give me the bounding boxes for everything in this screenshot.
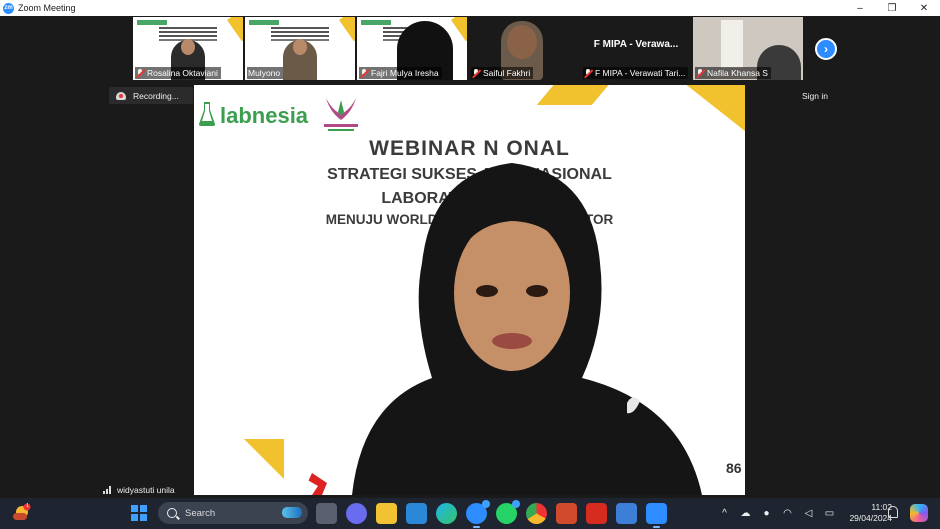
- mic-muted-icon: [360, 68, 368, 78]
- sign-in-button[interactable]: Sign in: [794, 87, 836, 104]
- slide-thumbnail-logo: [137, 20, 167, 25]
- copilot-icon[interactable]: [910, 504, 928, 522]
- next-page-button[interactable]: ›: [815, 38, 837, 60]
- wifi-icon[interactable]: ◠: [781, 507, 794, 520]
- participant-name: Saiful Fakhri: [483, 68, 531, 78]
- file-explorer-icon[interactable]: [376, 503, 397, 524]
- participant-tile[interactable]: F MIPA - Verawa... F MIPA - Verawati Tar…: [581, 17, 691, 80]
- chat-icon[interactable]: [346, 503, 367, 524]
- active-speaker-video: labnesia WEBINAR N ONAL STRATEGI SUKSES …: [194, 85, 745, 495]
- chrome-profile-icon[interactable]: [466, 500, 490, 528]
- participant-name: Nafila Khansa S: [707, 68, 768, 78]
- participant-name: F MIPA - Verawati Tari...: [595, 68, 686, 78]
- clock-date: 29/04/2024: [849, 513, 892, 523]
- participant-label: Saiful Fakhri: [471, 67, 534, 79]
- edge-icon[interactable]: [436, 503, 457, 524]
- close-button[interactable]: ✕: [908, 0, 940, 16]
- participant-face: [181, 39, 195, 55]
- slide-thumbnail-stripe: [450, 17, 467, 42]
- snipping-tool-icon[interactable]: [616, 503, 637, 524]
- participant-face: [293, 39, 307, 55]
- notification-badge: 1: [26, 503, 29, 509]
- participant-tile[interactable]: Mulyono: [245, 17, 355, 80]
- microsoft-store-icon[interactable]: [406, 503, 427, 524]
- slide-decor-stripe: [536, 85, 611, 105]
- mic-muted-icon: [136, 68, 144, 78]
- zoom-app-icon: zm: [3, 2, 14, 14]
- participant-face: [507, 25, 537, 59]
- clock[interactable]: 11:02 29/04/2024: [832, 502, 892, 524]
- start-button[interactable]: [131, 505, 147, 521]
- participant-label: Fajri Mulya Iresha: [359, 67, 442, 79]
- participant-tile[interactable]: Saiful Fakhri: [469, 17, 579, 80]
- participant-label: Rosalina Oktaviani: [135, 67, 221, 79]
- mic-muted-icon: [696, 68, 704, 78]
- slide-page-number: 86: [726, 460, 742, 476]
- participant-name: Fajri Mulya Iresha: [371, 68, 439, 78]
- slide-thumbnail-stripe: [226, 17, 243, 42]
- recording-indicator[interactable]: Recording...: [109, 87, 193, 104]
- participant-video: [721, 20, 743, 68]
- search-placeholder: Search: [185, 507, 216, 519]
- maximize-button[interactable]: ❐: [876, 0, 908, 16]
- participant-name: Rosalina Oktaviani: [147, 68, 218, 78]
- participant-tile[interactable]: Fajri Mulya Iresha: [357, 17, 467, 80]
- mic-muted-icon: [472, 68, 480, 78]
- app-badge: [512, 500, 520, 508]
- slide-thumbnail-stripe: [338, 17, 355, 42]
- recording-label: Recording...: [133, 90, 179, 101]
- participant-display-name: F MIPA - Verawa...: [593, 39, 679, 50]
- window-controls: – ❐ ✕: [844, 0, 940, 16]
- slide-thumbnail-logo: [361, 20, 391, 25]
- participant-strip: Rosalina Oktaviani Mulyono Fajri Mulya I…: [133, 17, 803, 80]
- taskbar: 1 Search ^ ☁ ● ◠ ◁ ▭ 11:02 29/04/2024: [0, 498, 940, 529]
- window-title: Zoom Meeting: [18, 3, 76, 13]
- search-highlight-icon: [282, 507, 302, 518]
- connection-signal-icon: [103, 485, 113, 494]
- labnesia-logo: labnesia: [220, 103, 309, 128]
- participant-label: F MIPA - Verawati Tari...: [583, 67, 689, 79]
- active-speaker-name: widyastuti unila: [117, 484, 175, 495]
- whatsapp-icon[interactable]: [496, 500, 520, 524]
- taskbar-apps: [316, 500, 667, 528]
- cloud-record-icon: [116, 91, 126, 100]
- tray-chevron-icon[interactable]: ^: [718, 507, 731, 520]
- zoom-taskbar-icon[interactable]: [646, 503, 667, 528]
- participant-name: Mulyono: [248, 68, 281, 78]
- chrome-icon[interactable]: [526, 503, 547, 524]
- search-box[interactable]: Search: [158, 502, 308, 524]
- slide-decor-stripe: [244, 439, 284, 479]
- notification-bell-icon[interactable]: [888, 506, 898, 518]
- slide-thumbnail-text: [271, 27, 329, 29]
- app-badge: [482, 500, 490, 508]
- search-icon: [167, 508, 177, 518]
- volume-icon[interactable]: ◁: [802, 507, 815, 520]
- active-speaker-label: widyastuti unila: [103, 483, 175, 496]
- onedrive-icon[interactable]: ☁: [739, 507, 752, 520]
- weather-widget-icon[interactable]: 1: [11, 503, 31, 522]
- powerpoint-icon[interactable]: [556, 503, 577, 524]
- system-tray: ^ ☁ ● ◠ ◁ ▭: [718, 505, 836, 522]
- slide-thumbnail-text: [159, 27, 217, 29]
- minimize-button[interactable]: –: [844, 0, 876, 16]
- slide-thumbnail-logo: [249, 20, 279, 25]
- microphone-icon[interactable]: ●: [760, 507, 773, 520]
- speaker-figure: [296, 163, 702, 495]
- task-view-icon[interactable]: [316, 503, 337, 524]
- meeting-area: Rosalina Oktaviani Mulyono Fajri Mulya I…: [0, 16, 940, 498]
- participant-label: Nafila Khansa S: [695, 67, 771, 79]
- participant-tile[interactable]: Nafila Khansa S: [693, 17, 803, 80]
- clock-time: 11:02: [871, 502, 892, 512]
- participant-tile[interactable]: Rosalina Oktaviani: [133, 17, 243, 80]
- mic-muted-icon: [584, 68, 592, 78]
- acrobat-icon[interactable]: [586, 503, 607, 524]
- window-title-bar: zm Zoom Meeting – ❐ ✕: [0, 0, 940, 16]
- labnesia-flask-icon: [199, 102, 215, 126]
- participant-label: Mulyono: [247, 67, 284, 79]
- padma-emblem-icon: [324, 98, 358, 131]
